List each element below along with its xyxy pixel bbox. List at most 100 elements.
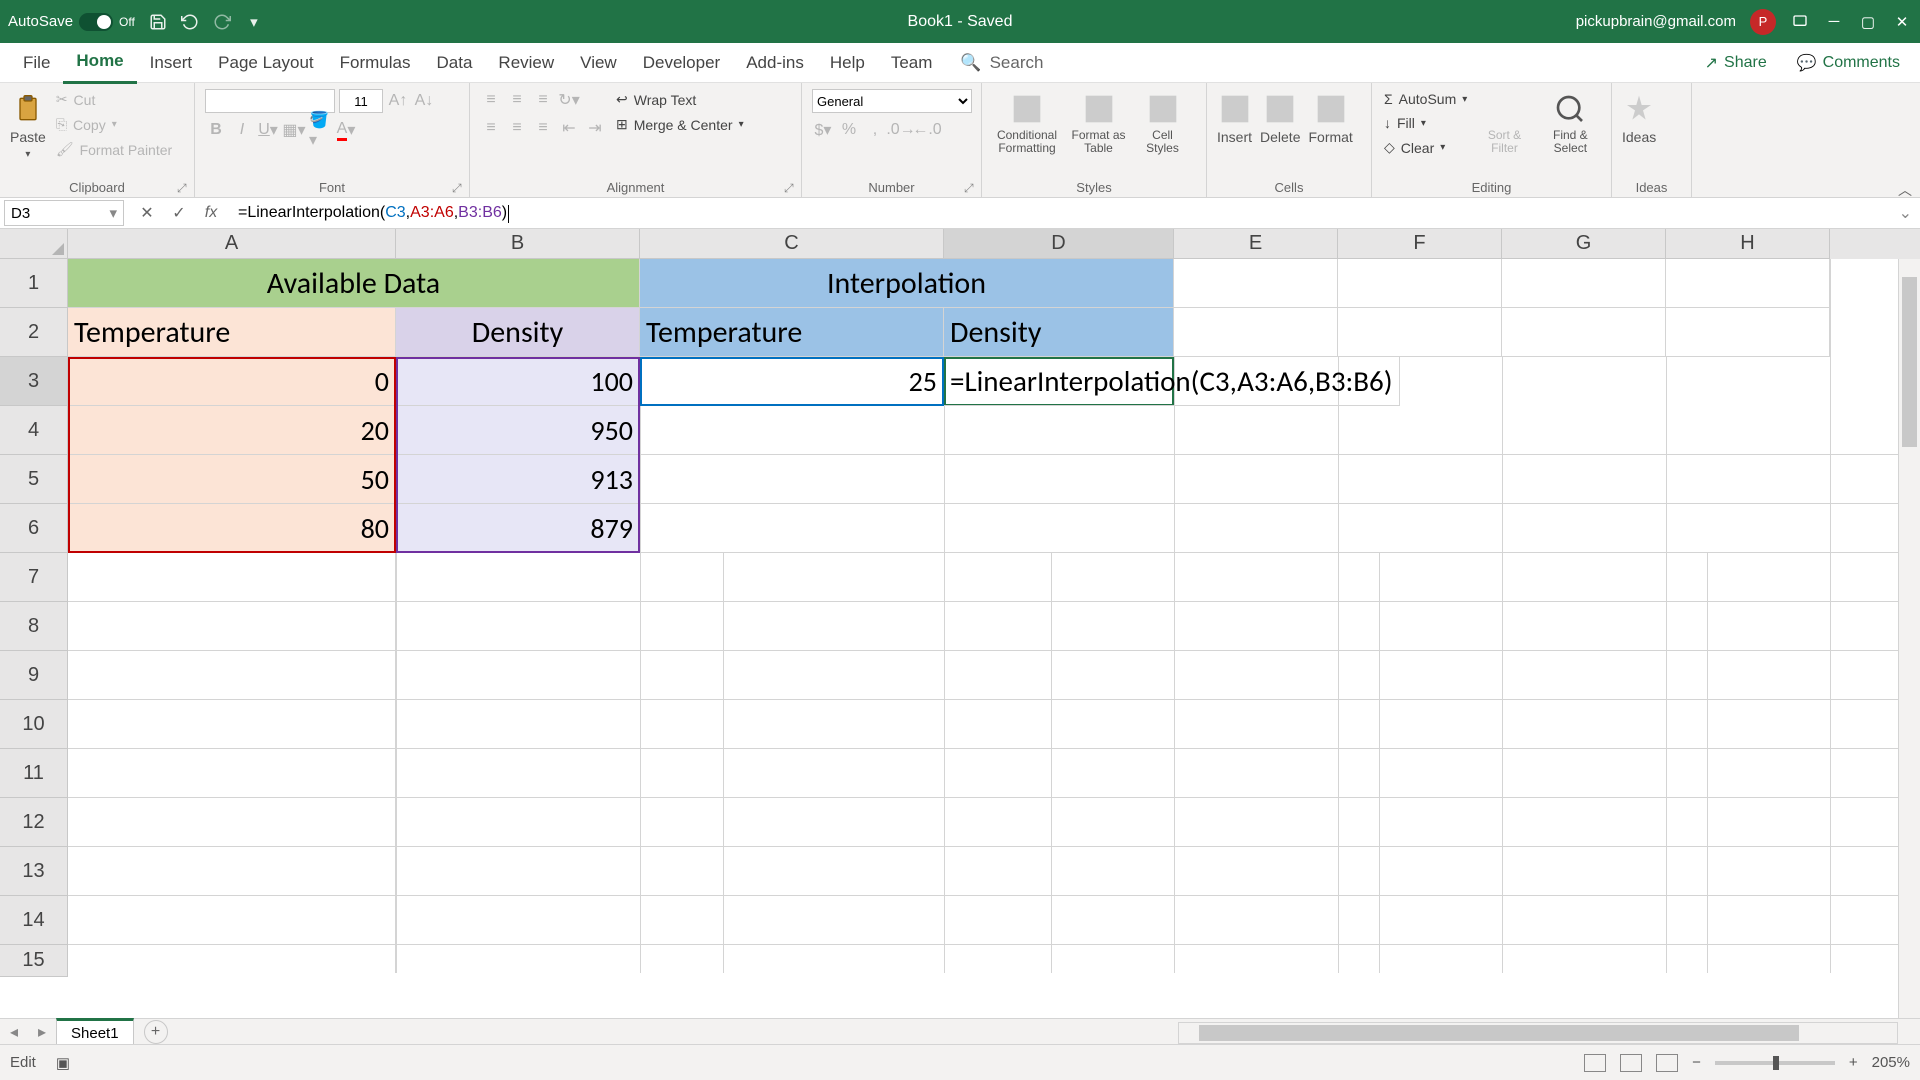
number-dialog-launcher[interactable]: ⤢	[964, 181, 976, 193]
cells-area[interactable]: Available Data Interpolation Temperature…	[68, 259, 1920, 1044]
tab-team[interactable]: Team	[878, 43, 946, 83]
conditional-formatting-button[interactable]: Conditional Formatting	[992, 89, 1062, 155]
cell-h2[interactable]	[1666, 308, 1830, 357]
macro-record-icon[interactable]: ▣	[56, 1054, 70, 1072]
cell-d3[interactable]: =LinearInterpolation(C3,A3:A6,B3:B6)	[944, 357, 1400, 406]
cell-styles-button[interactable]: Cell Styles	[1135, 89, 1190, 155]
maximize-icon[interactable]: ▢	[1858, 12, 1878, 32]
autosave-toggle[interactable]: AutoSave Off	[8, 13, 135, 31]
view-page-layout-icon[interactable]	[1620, 1054, 1642, 1072]
vscroll-thumb[interactable]	[1902, 277, 1917, 447]
cell-a2[interactable]: Temperature	[68, 308, 396, 357]
font-size-select[interactable]	[339, 89, 383, 113]
row-header-14[interactable]: 14	[0, 896, 68, 945]
decrease-font-icon[interactable]: A↓	[413, 90, 435, 112]
decrease-decimal-icon[interactable]: ←.0	[916, 119, 938, 141]
align-bottom-icon[interactable]: ≡	[532, 89, 554, 111]
row-header-11[interactable]: 11	[0, 749, 68, 798]
number-format-select[interactable]: General	[812, 89, 972, 113]
col-header-g[interactable]: G	[1502, 229, 1666, 259]
col-header-b[interactable]: B	[396, 229, 640, 259]
autosum-button[interactable]: ΣAutoSum▾	[1382, 89, 1469, 109]
cell-e1[interactable]	[1174, 259, 1338, 308]
row-header-5[interactable]: 5	[0, 455, 68, 504]
formula-input[interactable]: =LinearInterpolation(C3,A3:A6,B3:B6)	[230, 203, 1891, 222]
cell-f2[interactable]	[1338, 308, 1502, 357]
row-header-8[interactable]: 8	[0, 602, 68, 651]
empty-grid-area-2[interactable]	[640, 406, 1900, 553]
row-header-7[interactable]: 7	[0, 553, 68, 602]
cell-h1[interactable]	[1666, 259, 1830, 308]
worksheet-grid[interactable]: 1 2 3 4 5 6 7 8 9 10 11 12 13 14 15 A B …	[0, 229, 1920, 1044]
cell-f1[interactable]	[1338, 259, 1502, 308]
increase-font-icon[interactable]: A↑	[387, 90, 409, 112]
collapse-ribbon-icon[interactable]: ︿	[1898, 180, 1912, 200]
view-page-break-icon[interactable]	[1656, 1054, 1678, 1072]
col-header-f[interactable]: F	[1338, 229, 1502, 259]
minimize-icon[interactable]: ─	[1824, 12, 1844, 32]
select-all-corner[interactable]	[0, 229, 68, 259]
name-box[interactable]: D3▾	[4, 200, 124, 226]
cell-a4[interactable]: 20	[68, 406, 396, 455]
cell-g1[interactable]	[1502, 259, 1666, 308]
sheet-nav-next[interactable]: ▸	[28, 1022, 56, 1042]
sheet-nav-prev[interactable]: ◂	[0, 1022, 28, 1042]
cell-a5[interactable]: 50	[68, 455, 396, 504]
clipboard-dialog-launcher[interactable]: ⤢	[177, 181, 189, 193]
row-header-15[interactable]: 15	[0, 945, 68, 977]
col-header-e[interactable]: E	[1174, 229, 1338, 259]
orientation-icon[interactable]: ↻▾	[558, 89, 580, 111]
cell-c2[interactable]: Temperature	[640, 308, 944, 357]
comma-icon[interactable]: ,	[864, 119, 886, 141]
add-sheet-button[interactable]: +	[144, 1020, 168, 1044]
ribbon-display-icon[interactable]	[1790, 12, 1810, 32]
delete-cells-button[interactable]: Delete	[1260, 89, 1300, 145]
sort-filter-button[interactable]: Sort & Filter	[1477, 89, 1531, 155]
align-left-icon[interactable]: ≡	[480, 117, 502, 139]
zoom-in-icon[interactable]: +	[1849, 1054, 1858, 1071]
tell-me-search[interactable]: 🔍 Search	[960, 53, 1043, 73]
comments-button[interactable]: 💬 Comments	[1787, 47, 1910, 79]
zoom-level[interactable]: 205%	[1872, 1054, 1910, 1071]
tab-formulas[interactable]: Formulas	[327, 43, 424, 83]
cell-a1[interactable]: Available Data	[68, 259, 640, 308]
cell-e2[interactable]	[1174, 308, 1338, 357]
row-header-10[interactable]: 10	[0, 700, 68, 749]
font-color-icon[interactable]: A▾	[335, 119, 357, 141]
enter-formula-icon[interactable]: ✓	[168, 202, 190, 224]
col-header-d[interactable]: D	[944, 229, 1174, 259]
col-header-c[interactable]: C	[640, 229, 944, 259]
alignment-dialog-launcher[interactable]: ⤢	[784, 181, 796, 193]
cell-b2[interactable]: Density	[396, 308, 640, 357]
tab-addins[interactable]: Add-ins	[733, 43, 817, 83]
cell-c3[interactable]: 25	[640, 357, 944, 406]
italic-icon[interactable]: I	[231, 119, 253, 141]
bold-icon[interactable]: B	[205, 119, 227, 141]
redo-icon[interactable]	[213, 13, 231, 31]
wrap-text-button[interactable]: ↩Wrap Text	[614, 89, 746, 110]
name-box-dropdown-icon[interactable]: ▾	[109, 204, 117, 222]
cell-b3[interactable]: 100	[396, 357, 640, 406]
tab-view[interactable]: View	[567, 43, 630, 83]
clear-button[interactable]: ◇Clear▾	[1382, 137, 1469, 158]
format-table-button[interactable]: Format as Table	[1066, 89, 1131, 155]
format-cells-button[interactable]: Format	[1308, 89, 1352, 145]
align-top-icon[interactable]: ≡	[480, 89, 502, 111]
autosave-switch-icon[interactable]	[79, 13, 113, 31]
tab-file[interactable]: File	[10, 43, 63, 83]
align-center-icon[interactable]: ≡	[506, 117, 528, 139]
tab-home[interactable]: Home	[63, 41, 136, 84]
sheet-tab-sheet1[interactable]: Sheet1	[56, 1018, 134, 1046]
fill-color-icon[interactable]: 🪣▾	[309, 119, 331, 141]
tab-insert[interactable]: Insert	[137, 43, 206, 83]
cell-d2[interactable]: Density	[944, 308, 1174, 357]
row-header-4[interactable]: 4	[0, 406, 68, 455]
align-right-icon[interactable]: ≡	[532, 117, 554, 139]
row-header-1[interactable]: 1	[0, 259, 68, 308]
formula-bar-expand-icon[interactable]: ⌄	[1891, 203, 1920, 223]
paste-button[interactable]: Paste ▾	[10, 89, 46, 160]
zoom-thumb[interactable]	[1773, 1056, 1779, 1070]
row-header-3[interactable]: 3	[0, 357, 68, 406]
hscroll-thumb[interactable]	[1199, 1025, 1799, 1041]
col-header-a[interactable]: A	[68, 229, 396, 259]
